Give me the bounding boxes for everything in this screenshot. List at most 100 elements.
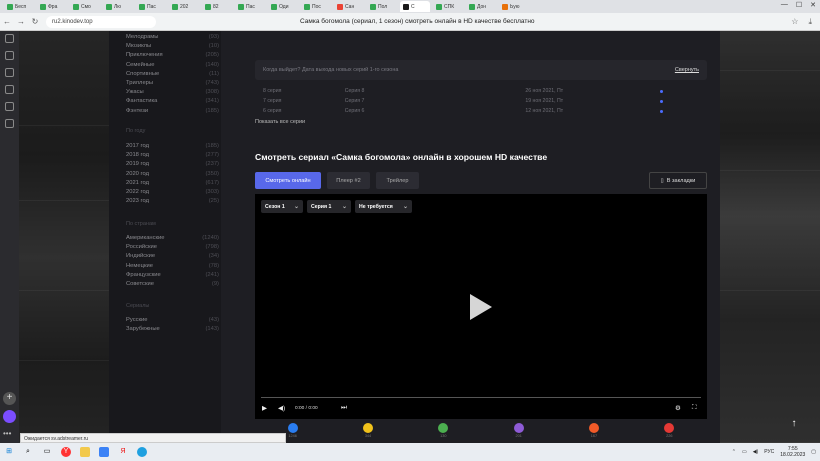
collapse-link[interactable]: Свернуть [675,67,699,73]
reaction-laugh-button[interactable]: 344 [362,423,373,443]
back-icon[interactable]: ← [0,17,14,26]
category-link[interactable]: 2019 год (237) [126,160,221,169]
category-link[interactable]: Семейные (140) [126,61,221,70]
category-link[interactable]: Фантастика (341) [126,97,221,106]
episode-select[interactable]: Серия 1 ⌄ [307,200,351,213]
add-panel-button[interactable]: + [3,392,16,405]
browser-tab[interactable]: Лю [103,1,133,12]
category-link[interactable]: 2017 год (185) [126,142,221,151]
category-link[interactable]: Советские (9) [126,280,221,289]
category-link[interactable]: 2022 год (303) [126,188,221,197]
category-link[interactable]: 2020 год (350) [126,170,221,179]
tab-label: Ьую [510,3,520,10]
browser-tab[interactable]: Фра [37,1,67,12]
reaction-like-button[interactable]: 1246 [287,423,298,443]
reaction-dislike-button[interactable]: 226 [664,423,675,443]
browser-tab[interactable]: Сан [334,1,364,12]
play-button[interactable]: ▶ [262,404,267,412]
browser-tab[interactable]: СПК [433,1,463,12]
reaction-wow-button[interactable]: 130 [438,423,449,443]
volume-icon[interactable]: ◀) [278,404,285,412]
browser-tab[interactable]: Пос [301,1,331,12]
edge-icon[interactable] [137,447,147,457]
category-link[interactable]: 2021 год (617) [126,179,221,188]
windows-start-icon[interactable]: ⊞ [4,447,14,457]
category-link[interactable]: Триллеры (743) [126,79,221,88]
scroll-top-icon[interactable]: ↑ [787,418,801,432]
translation-select[interactable]: Не требуется ⌄ [355,200,412,213]
tabs-icon[interactable] [5,34,14,43]
tray-arrow-icon[interactable]: ⌃ [732,449,736,455]
tab-trailer[interactable]: Трейлер [376,172,419,189]
category-link[interactable]: Российские (798) [126,243,221,252]
category-link[interactable]: Ужасы (308) [126,88,221,97]
browser-tab[interactable]: 202 [169,1,199,12]
tab-player-2[interactable]: Плеер #2 [327,172,370,189]
category-link[interactable]: Фэнтези (185) [126,107,221,116]
translation-value: Не требуется [359,203,393,210]
browser-tab[interactable]: Пол [367,1,397,12]
progress-bar[interactable] [261,397,701,398]
category-link[interactable]: Индийские (34) [126,252,221,261]
history-icon[interactable] [5,51,14,60]
category-link[interactable]: Спортивные (11) [126,70,221,79]
task-view-icon[interactable]: ▭ [42,447,52,457]
category-link[interactable]: Немецкие (78) [126,262,221,271]
notes-icon[interactable] [5,102,14,111]
category-link[interactable]: Русские (43) [126,316,221,325]
collections-icon[interactable] [5,119,14,128]
assistant-icon[interactable] [3,410,16,423]
reaction-angry-button[interactable]: 167 [588,423,599,443]
file-explorer-icon[interactable] [80,447,90,457]
next-episode-icon[interactable]: ⏭ [341,404,347,412]
category-link[interactable]: Мелодрамы (93) [126,33,221,42]
category-link[interactable]: 2018 год (277) [126,151,221,160]
browser-tab[interactable]: С [400,1,430,12]
browser-tab[interactable]: Бесп [4,1,34,12]
downloads-icon[interactable]: ⤓ [808,17,812,27]
yandex-icon[interactable]: Я [118,447,128,457]
bookmark-icon[interactable]: ☆ [791,17,798,27]
more-icon[interactable]: ••• [3,429,11,438]
browser-tab[interactable]: Дон [466,1,496,12]
notifications-icon[interactable]: ▢ [811,449,816,455]
settings-icon[interactable]: ⚙ [675,404,681,412]
browser-tab[interactable]: Смо [70,1,100,12]
url-input[interactable]: ru2.kinodev.top [46,15,156,28]
category-count: (798) [205,244,219,251]
tab-watch-online[interactable]: Смотреть онлайн [255,172,321,189]
close-icon[interactable]: ✕ [810,1,816,9]
category-link[interactable]: Французские (241) [126,271,221,280]
video-player[interactable]: Сезон 1 ⌄ Серия 1 ⌄ Не требуется ⌄ ▶ ◀) … [255,194,707,419]
yandex-browser-icon[interactable]: Y [61,447,71,457]
play-icon[interactable] [470,294,492,320]
clock[interactable]: 7:55 18.02.2023 [780,446,805,458]
minimize-icon[interactable]: — [781,1,788,9]
search-icon[interactable]: ⌕ [23,447,33,457]
video-icon[interactable] [5,85,14,94]
category-link[interactable]: 2023 год (25) [126,197,221,206]
reaction-sad-button[interactable]: 201 [513,423,524,443]
add-bookmark-button[interactable]: ▯ В закладки [649,172,707,189]
country-list: Американские (1240) Российские (798) Индийск… [126,234,221,289]
browser-tab[interactable]: Пас [235,1,265,12]
volume-tray-icon[interactable]: ◀) [753,449,759,455]
keyboard-lang[interactable]: РУС [764,449,774,455]
network-icon[interactable]: ▭ [742,449,747,455]
browser-tab[interactable]: 82 [202,1,232,12]
browser-tab[interactable]: Пас [136,1,166,12]
browser-tab[interactable]: Ьую [499,1,529,12]
browser-tab[interactable]: Оди [268,1,298,12]
category-link[interactable]: Приключения (205) [126,51,221,60]
fullscreen-icon[interactable]: ⛶ [692,404,697,412]
category-link[interactable]: Зарубежные (143) [126,325,221,334]
bookmarks-icon[interactable] [5,68,14,77]
store-icon[interactable] [99,447,109,457]
maximize-icon[interactable]: ☐ [796,1,802,9]
forward-icon[interactable]: → [14,17,28,26]
category-link[interactable]: Американские (1240) [126,234,221,243]
reload-icon[interactable]: ↻ [28,17,42,26]
season-select[interactable]: Сезон 1 ⌄ [261,200,303,213]
category-link[interactable]: Мюзиклы (10) [126,42,221,51]
show-all-episodes-link[interactable]: Показать все серии [255,119,305,125]
